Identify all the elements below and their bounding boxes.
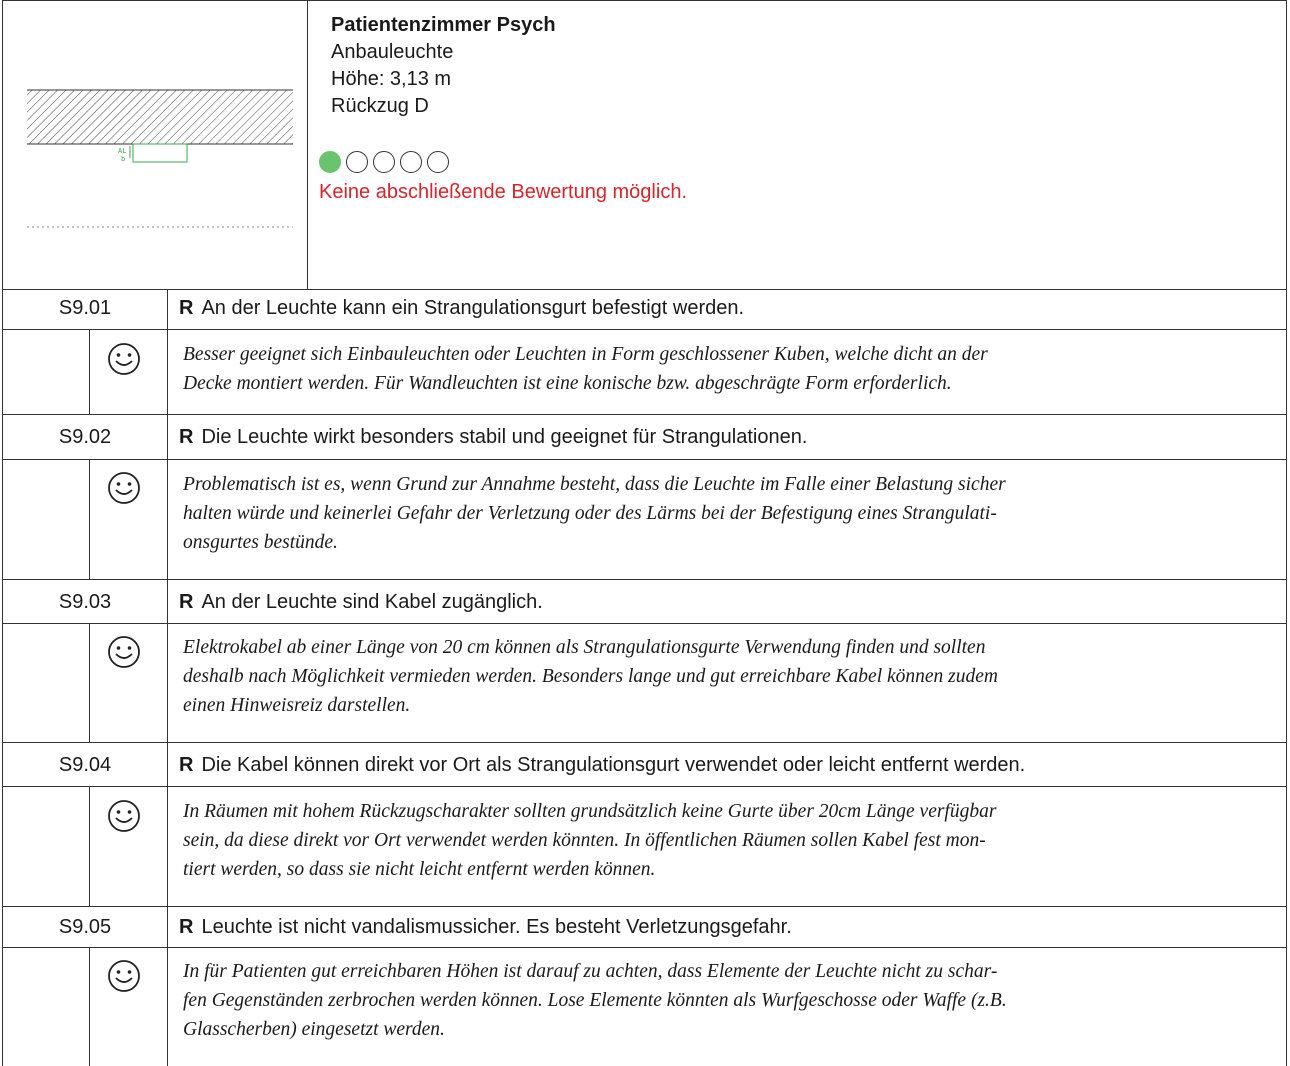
comment-line: Decke montiert werden. Für Wandleuchten … [183, 373, 952, 394]
risk-marker: R [179, 591, 194, 613]
row-divider [3, 623, 1287, 624]
row-finding: R Die Leuchte wirkt besonders stabil und … [179, 426, 1279, 449]
finding-text: Die Kabel können direkt vor Ort als Stra… [201, 754, 1026, 776]
row-finding: R An der Leuchte kann ein Strangulationsg… [179, 297, 1279, 320]
comment-line: Glasscherben) eingesetzt werden. [183, 1019, 445, 1040]
section-drawing: AL b [3, 0, 307, 289]
column-divider [89, 947, 90, 1066]
finding-text: Leuchte ist nicht vandalismussicher. Es … [201, 916, 792, 938]
risk-marker: R [179, 426, 194, 448]
ceiling-section-drawing: AL b [27, 89, 293, 228]
row-finding: R An der Leuchte sind Kabel zugänglich. [179, 591, 1279, 614]
recommendation-text: In Räumen mit hohem Rückzugscharakter so… [183, 797, 1273, 884]
header-info: Patientenzimmer Psych Anbauleuchte Höhe:… [319, 12, 1271, 206]
row-divider [3, 459, 1287, 460]
column-divider [89, 329, 90, 414]
rating-note: Keine abschließende Bewertung möglich. [319, 181, 687, 203]
row-divider [3, 742, 1287, 743]
luminaire-tag-al: AL [118, 147, 126, 155]
mounting-height: Höhe: 3,13 m [331, 68, 452, 90]
row-finding: R Die Kabel können direkt vor Ort als Str… [179, 754, 1279, 777]
rating-dot-filled [319, 151, 341, 173]
row-divider [3, 947, 1287, 948]
risk-rating [319, 150, 1271, 174]
comment-line: In für Patienten gut erreichbaren Höhen … [183, 961, 998, 982]
column-divider [89, 786, 90, 906]
finding-text: An der Leuchte sind Kabel zugänglich. [201, 591, 543, 613]
row-code: S9.04 [58, 754, 112, 776]
finding-text: Die Leuchte wirkt besonders stabil und g… [201, 426, 808, 448]
row-divider [3, 289, 1287, 290]
finding-text: An der Leuchte kann ein Strangulationsgu… [201, 297, 745, 319]
row-code: S9.03 [58, 591, 112, 613]
comment-line: Problematisch ist es, wenn Grund zur Ann… [183, 474, 1006, 495]
comment-line: Elektrokabel ab einer Länge von 20 cm kö… [183, 637, 986, 658]
comment-line: Besser geeignet sich Einbauleuchten oder… [183, 344, 988, 365]
comment-line: tiert werden, so dass sie nicht leicht e… [183, 859, 656, 880]
comment-line: sein, da diese direkt vor Ort verwendet … [183, 830, 986, 851]
rating-dot-empty [346, 151, 368, 173]
column-divider [89, 623, 90, 742]
comment-line: halten würde und keinerlei Gefahr der Ve… [183, 503, 997, 524]
smiley-icon [106, 958, 142, 994]
row-code: S9.02 [58, 426, 112, 448]
ceiling-hatch [27, 90, 293, 144]
smiley-icon [106, 798, 142, 834]
retreat-category: Rückzug D [331, 95, 429, 117]
row-divider [3, 786, 1287, 787]
comment-line: In Räumen mit hohem Rückzugscharakter so… [183, 801, 997, 822]
recommendation-text: Problematisch ist es, wenn Grund zur Ann… [183, 470, 1273, 557]
comment-line: deshalb nach Möglichkeit vermieden werde… [183, 666, 999, 687]
column-divider [167, 289, 168, 1066]
luminaire-type: Anbauleuchte [331, 41, 454, 63]
row-finding: R Leuchte ist nicht vandalismussicher. Es… [179, 916, 1279, 939]
recommendation-text: Elektrokabel ab einer Länge von 20 cm kö… [183, 633, 1273, 720]
rating-dot-empty [373, 151, 395, 173]
checklist-sheet: AL b Patientenzimmer Psych Anbauleuchte … [2, 0, 1287, 1066]
comment-line: fen Gegenständen zerbrochen werden könne… [183, 990, 1007, 1011]
row-divider [3, 579, 1287, 580]
smiley-icon [106, 470, 142, 506]
rating-dot-empty [400, 151, 422, 173]
smiley-icon [106, 634, 142, 670]
row-divider [3, 414, 1287, 415]
recommendation-text: Besser geeignet sich Einbauleuchten oder… [183, 340, 1273, 398]
luminaire-tag-b: b [121, 155, 125, 163]
column-divider [89, 459, 90, 579]
recommendation-text: In für Patienten gut erreichbaren Höhen … [183, 957, 1273, 1044]
row-code: S9.05 [58, 916, 112, 938]
risk-marker: R [179, 754, 194, 776]
risk-marker: R [179, 916, 194, 938]
risk-marker: R [179, 297, 194, 319]
row-code: S9.01 [58, 297, 112, 319]
comment-line: einen Hinweisreiz darstellen. [183, 695, 411, 716]
rating-dot-empty [427, 151, 449, 173]
header-divider [307, 0, 308, 289]
luminaire-outline [132, 143, 188, 163]
comment-line: onsgurtes bestünde. [183, 532, 338, 553]
row-divider [3, 906, 1287, 907]
room-title: Patientenzimmer Psych [331, 14, 556, 36]
smiley-icon [106, 341, 142, 377]
row-divider [3, 329, 1287, 330]
